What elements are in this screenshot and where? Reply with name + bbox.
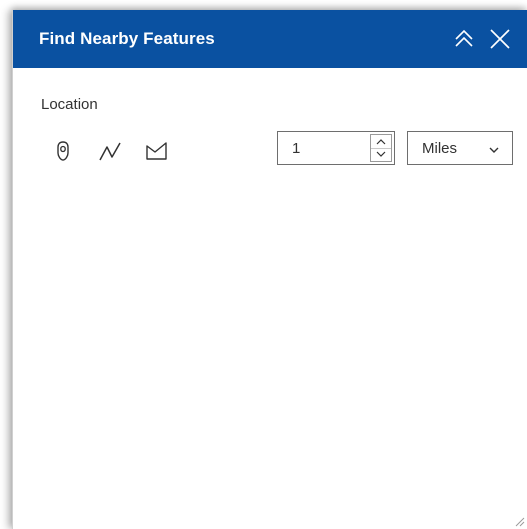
line-tool-button[interactable] — [97, 138, 123, 164]
chevron-down-icon — [488, 145, 500, 155]
find-nearby-panel: Find Nearby Features Location 1 Miles — [12, 10, 527, 529]
map-pin-icon — [50, 138, 76, 164]
collapse-button[interactable] — [450, 25, 478, 53]
unit-select[interactable]: Miles — [407, 131, 513, 165]
window-frame: Find Nearby Features Location 1 Miles — [0, 0, 527, 529]
chevron-down-icon — [371, 151, 391, 158]
location-label: Location — [41, 96, 98, 113]
panel-title: Find Nearby Features — [39, 29, 215, 48]
polyline-icon — [97, 138, 123, 164]
panel-header: Find Nearby Features — [13, 10, 527, 68]
double-chevron-up-icon — [450, 25, 478, 53]
resize-grip-icon — [513, 515, 525, 527]
distance-value-field[interactable] — [278, 132, 368, 164]
resize-handle[interactable] — [513, 515, 525, 527]
close-icon — [486, 25, 514, 53]
unit-selected-value: Miles — [422, 140, 458, 157]
close-button[interactable] — [486, 25, 514, 53]
increment-button[interactable] — [371, 135, 391, 149]
distance-spinner — [370, 134, 392, 162]
area-tool-button[interactable] — [144, 138, 170, 164]
point-tool-button[interactable] — [50, 138, 76, 164]
chevron-up-icon — [371, 138, 391, 145]
distance-input[interactable] — [277, 131, 395, 165]
polygon-icon — [144, 138, 170, 164]
decrement-button[interactable] — [371, 148, 391, 161]
